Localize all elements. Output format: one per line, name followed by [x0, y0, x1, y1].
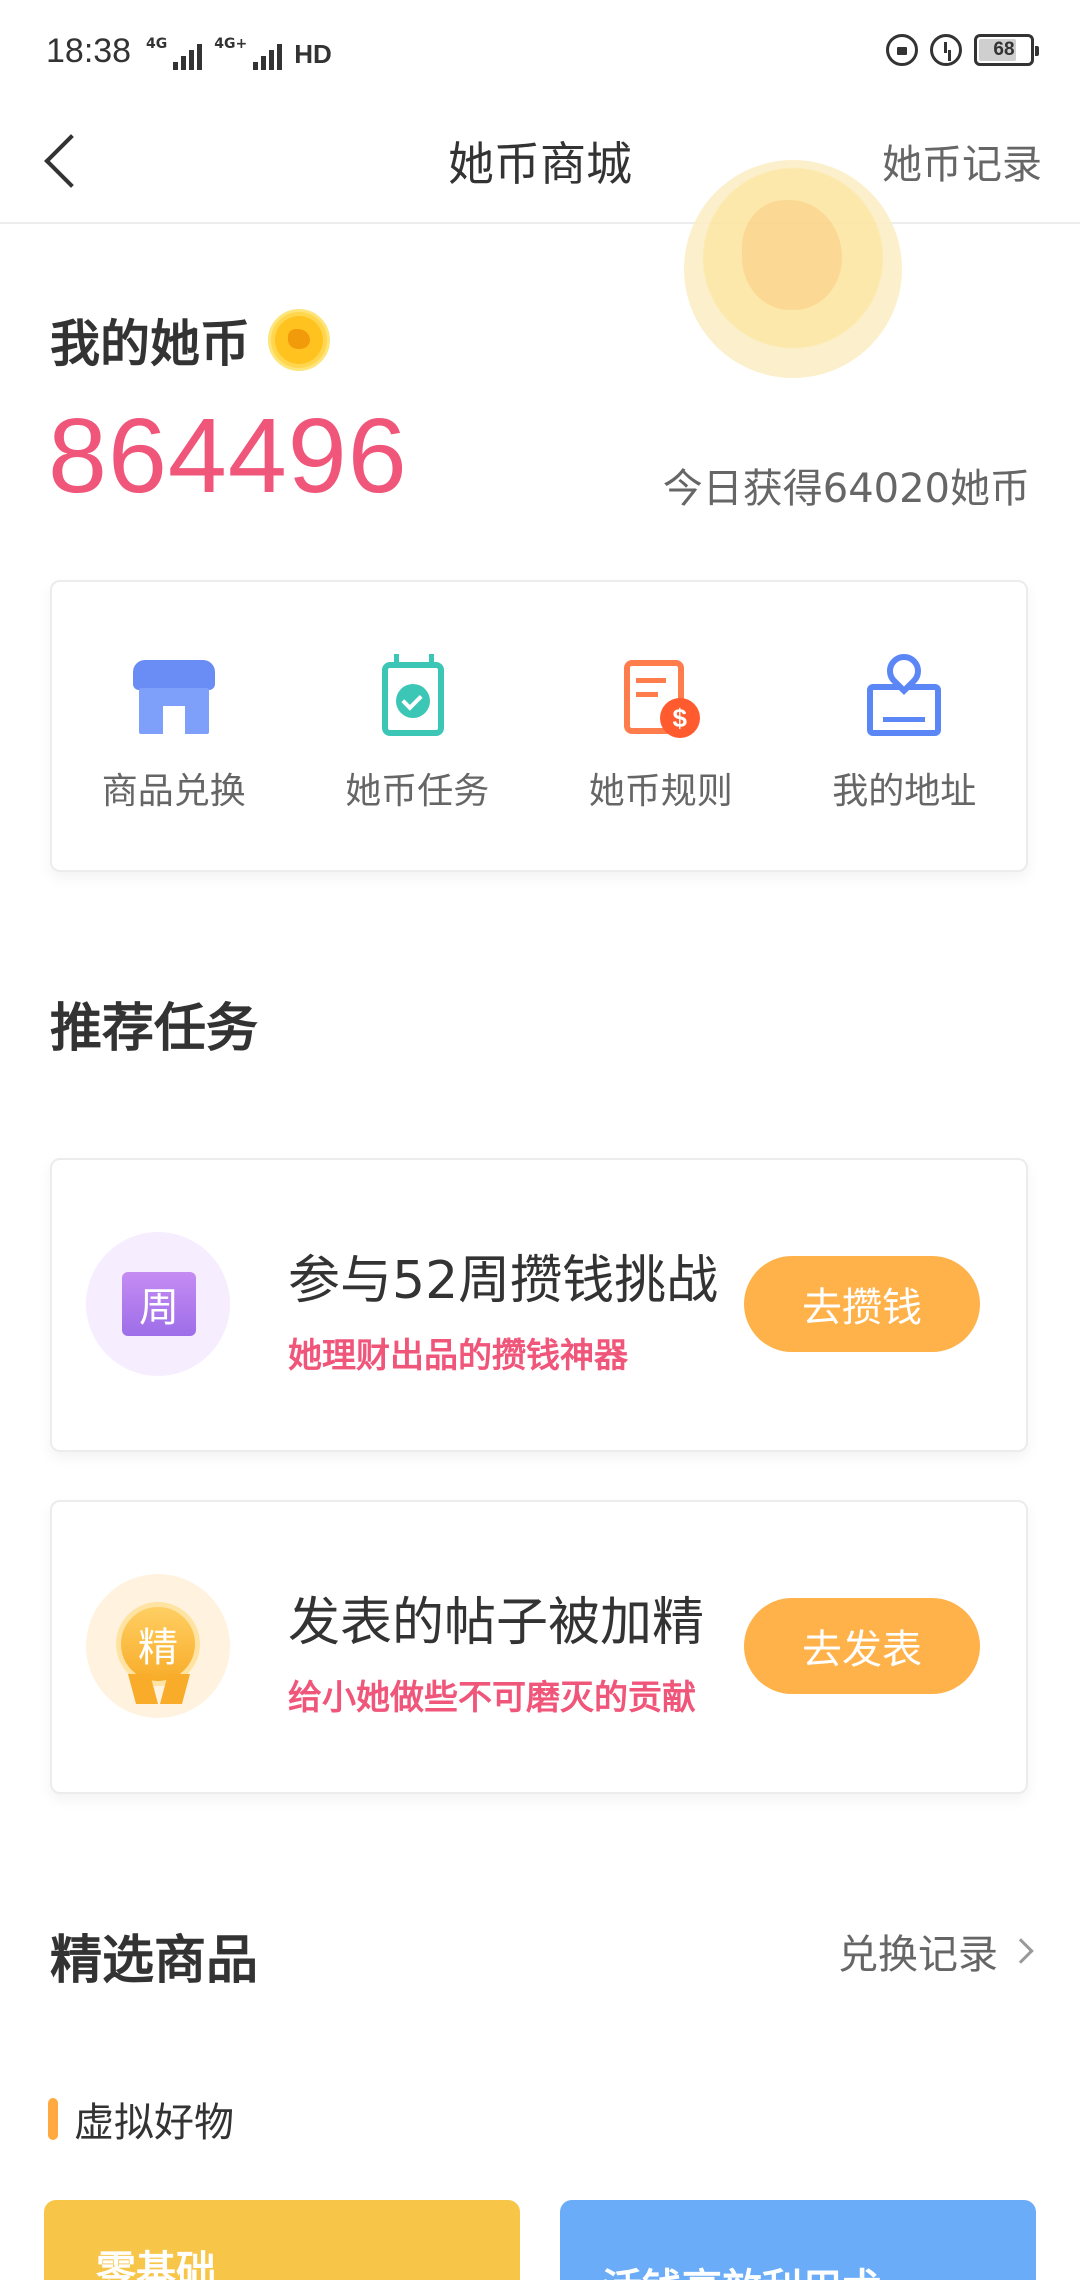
status-icons: 68 — [886, 34, 1039, 66]
location-address-icon — [861, 646, 947, 740]
task-subtitle: 给小她做些不可磨灭的贡献 — [288, 1678, 696, 1718]
rotation-lock-icon — [886, 34, 918, 66]
recommended-tasks-title: 推荐任务 — [50, 999, 259, 1059]
quick-menu: 商品兑换 她币任务 $ 她币规则 我的地址 — [50, 580, 1028, 872]
status-time: 18:38 — [46, 32, 132, 70]
my-coins-heading: 我的她币 — [50, 304, 330, 376]
coin-records-link[interactable]: 她币记录 — [882, 132, 1042, 190]
nav-bar: 她币商城 她币记录 — [0, 96, 1080, 224]
task-subtitle: 她理财出品的攒钱神器 — [288, 1336, 628, 1376]
coin-icon — [268, 309, 330, 371]
alarm-icon — [930, 34, 962, 66]
exchange-records-label: 兑换记录 — [838, 1932, 998, 1978]
product-title: 活钱高效利用术 — [602, 2256, 882, 2280]
network-type-1: 4G — [146, 36, 168, 52]
menu-item-address[interactable]: 我的地址 — [804, 646, 1004, 814]
battery-icon: 68 — [974, 34, 1039, 66]
coin-balance: 864496 — [48, 397, 408, 515]
task-card-savings: 周 参与52周攒钱挑战 她理财出品的攒钱神器 去攒钱 — [50, 1158, 1028, 1452]
menu-item-label: 她币规则 — [588, 771, 733, 812]
go-save-button[interactable]: 去攒钱 — [744, 1256, 980, 1352]
chevron-right-icon — [1008, 1938, 1034, 1964]
signal-icon — [253, 40, 283, 70]
rules-document-icon: $ — [618, 654, 704, 740]
menu-item-tasks[interactable]: 她币任务 — [317, 654, 517, 814]
network-signal: 4G 4G+ HD — [146, 36, 332, 70]
my-coins-label: 我的她币 — [50, 315, 250, 373]
week-badge-icon: 周 — [122, 1272, 196, 1336]
task-checklist-icon — [374, 654, 460, 740]
menu-item-label: 她币任务 — [345, 771, 490, 812]
task-title: 参与52周攒钱挑战 — [288, 1251, 719, 1311]
battery-level: 68 — [993, 39, 1015, 60]
product-title: 零基础 — [96, 2248, 216, 2280]
exchange-records-link[interactable]: 兑换记录 — [838, 1922, 1034, 1980]
product-card[interactable]: 零基础 — [44, 2200, 520, 2280]
category-marker — [48, 2098, 58, 2140]
menu-item-exchange[interactable]: 商品兑换 — [74, 654, 274, 814]
status-bar: 18:38 4G 4G+ HD 68 — [0, 0, 1080, 96]
task-title: 发表的帖子被加精 — [288, 1593, 705, 1653]
signal-icon — [173, 40, 203, 70]
menu-item-label: 我的地址 — [832, 771, 977, 812]
task-avatar: 精 — [86, 1574, 230, 1718]
product-card[interactable]: 活钱高效利用术 — [560, 2200, 1036, 2280]
menu-item-rules[interactable]: $ 她币规则 — [561, 654, 761, 814]
network-type-2: 4G+ — [214, 36, 248, 52]
virtual-goods-category: 虚拟好物 — [48, 2090, 234, 2148]
task-card-featured-post: 精 发表的帖子被加精 给小她做些不可磨灭的贡献 去发表 — [50, 1500, 1028, 1794]
go-post-button[interactable]: 去发表 — [744, 1598, 980, 1694]
task-avatar: 周 — [86, 1232, 230, 1376]
decorative-coin-icon — [684, 160, 902, 378]
category-label: 虚拟好物 — [74, 2100, 234, 2146]
menu-item-label: 商品兑换 — [101, 771, 246, 812]
hd-indicator: HD — [294, 39, 332, 69]
store-icon — [131, 654, 217, 740]
today-earned-text: 今日获得64020她币 — [662, 466, 1030, 512]
featured-products-title: 精选商品 — [50, 1931, 259, 1991]
